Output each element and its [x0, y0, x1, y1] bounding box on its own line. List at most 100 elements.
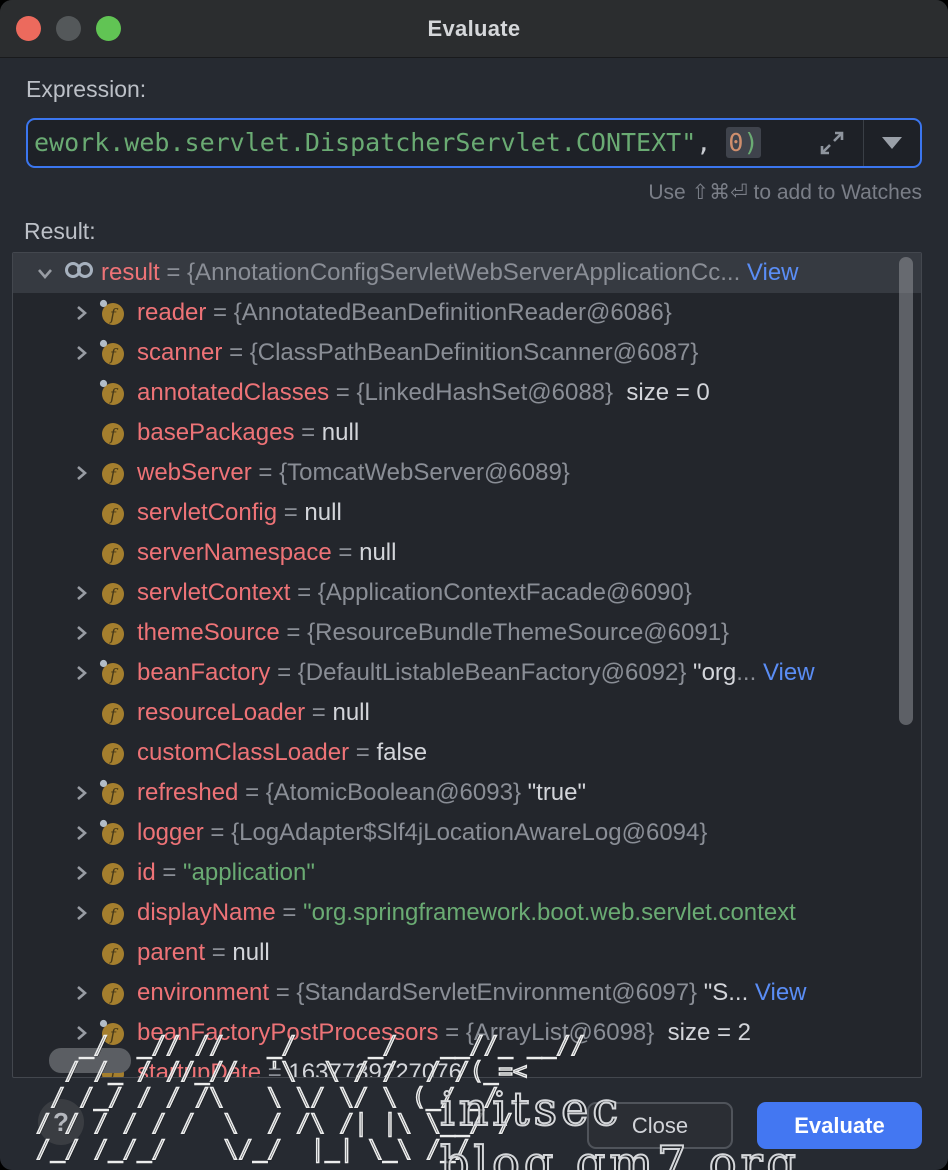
close-button[interactable]: Close: [587, 1102, 733, 1149]
value-segment: "org: [693, 659, 736, 686]
field-icon: f: [99, 379, 127, 407]
value-segment: "application": [183, 859, 315, 886]
watches-hint: Use ⇧⌘⏎ to add to Watches: [648, 180, 922, 205]
field-icon: f: [99, 459, 127, 487]
tree-row-servletConfig[interactable]: f servletConfig = null: [13, 493, 921, 533]
value-segment: =: [356, 739, 377, 766]
variable-value: = {AnnotatedBeanDefinitionReader@6086}: [213, 299, 672, 327]
window-title: Evaluate: [428, 16, 521, 42]
variables-tree: result = {AnnotationConfigServletWebServ…: [12, 252, 922, 1078]
chevron-right-icon[interactable]: [63, 463, 99, 483]
value-segment: ...: [736, 659, 756, 686]
variable-name: scanner: [137, 339, 229, 367]
expression-close-paren: ): [743, 128, 758, 157]
chevron-right-icon[interactable]: [63, 343, 99, 363]
variable-name: id: [137, 859, 162, 887]
value-segment: null: [332, 699, 369, 726]
help-button[interactable]: ?: [38, 1099, 84, 1145]
variable-value: = {DefaultListableBeanFactory@6092} "org…: [277, 659, 814, 687]
field-icon: f: [99, 299, 127, 327]
tree-row-startupDate[interactable]: f startupDate = 1637739227076: [13, 1053, 921, 1078]
tree-row-refreshed[interactable]: f refreshed = {AtomicBoolean@6093} "true…: [13, 773, 921, 813]
field-icon: f: [99, 739, 127, 767]
chevron-right-icon[interactable]: [63, 583, 99, 603]
result-label: Result:: [24, 218, 96, 245]
variable-value: = {ResourceBundleThemeSource@6091}: [286, 619, 729, 647]
variable-value: = {StandardServletEnvironment@6097} "S..…: [276, 979, 807, 1007]
value-segment: = {AtomicBoolean@6093}: [245, 779, 528, 806]
chevron-down-icon: [882, 137, 902, 149]
tree-row-reader[interactable]: f reader = {AnnotatedBeanDefinitionReade…: [13, 293, 921, 333]
close-window-button[interactable]: [16, 16, 41, 41]
value-segment: null: [322, 419, 359, 446]
value-segment: =: [268, 1059, 289, 1078]
variable-name: startupDate: [137, 1059, 268, 1078]
field-icon: f: [99, 659, 127, 687]
tree-row-themeSource[interactable]: f themeSource = {ResourceBundleThemeSour…: [13, 613, 921, 653]
variable-name: beanFactory: [137, 659, 277, 687]
view-link[interactable]: View: [756, 659, 814, 686]
tree-row-serverNamespace[interactable]: f serverNamespace = null: [13, 533, 921, 573]
tree-row-id[interactable]: f id = "application": [13, 853, 921, 893]
chevron-down-icon[interactable]: [27, 263, 63, 283]
expression-label: Expression:: [26, 76, 146, 103]
brace-match-highlight: 0): [726, 127, 760, 158]
variable-name: serverNamespace: [137, 539, 338, 567]
field-icon: f: [99, 859, 127, 887]
title-bar: Evaluate: [0, 0, 948, 58]
expression-input[interactable]: ework.web.servlet.DispatcherServlet.CONT…: [28, 120, 801, 166]
expand-editor-button[interactable]: [801, 120, 863, 166]
tree-row-customClassLoader[interactable]: f customClassLoader = false: [13, 733, 921, 773]
expression-history-dropdown[interactable]: [863, 120, 920, 166]
field-icon: f: [99, 699, 127, 727]
tree-row-displayName[interactable]: f displayName = "org.springframework.boo…: [13, 893, 921, 933]
field-icon: f: [99, 939, 127, 967]
tree-row-annotatedClasses[interactable]: f annotatedClasses = {LinkedHashSet@6088…: [13, 373, 921, 413]
tree-row-scanner[interactable]: f scanner = {ClassPathBeanDefinitionScan…: [13, 333, 921, 373]
tree-row-servletContext[interactable]: f servletContext = {ApplicationContextFa…: [13, 573, 921, 613]
value-segment: null: [232, 939, 269, 966]
tree-row-beanFactoryPostProcessors[interactable]: f beanFactoryPostProcessors = {ArrayList…: [13, 1013, 921, 1053]
chevron-right-icon[interactable]: [63, 903, 99, 923]
value-segment: = {ClassPathBeanDefinitionScanner@6087}: [229, 339, 698, 366]
evaluate-dialog: Evaluate Expression: ework.web.servlet.D…: [0, 0, 948, 1170]
view-link[interactable]: View: [748, 979, 806, 1006]
tree-row-environment[interactable]: f environment = {StandardServletEnvironm…: [13, 973, 921, 1013]
variable-value: = {AtomicBoolean@6093} "true": [245, 779, 586, 807]
evaluate-button[interactable]: Evaluate: [757, 1102, 922, 1149]
tree-row-basePackages[interactable]: f basePackages = null: [13, 413, 921, 453]
variable-name: refreshed: [137, 779, 245, 807]
evaluate-button-label: Evaluate: [794, 1113, 885, 1139]
variable-value: = null: [338, 539, 396, 567]
chevron-right-icon[interactable]: [63, 623, 99, 643]
expression-combo-box[interactable]: ework.web.servlet.DispatcherServlet.CONT…: [26, 118, 922, 168]
value-segment: size = 0: [613, 379, 710, 406]
value-segment: null: [304, 499, 341, 526]
chevron-right-icon[interactable]: [63, 1023, 99, 1043]
chevron-right-icon[interactable]: [63, 303, 99, 323]
view-link[interactable]: View: [740, 259, 798, 286]
tree-row-result[interactable]: result = {AnnotationConfigServletWebServ…: [13, 253, 921, 293]
tree-row-resourceLoader[interactable]: f resourceLoader = null: [13, 693, 921, 733]
chevron-right-icon[interactable]: [63, 783, 99, 803]
tree-row-parent[interactable]: f parent = null: [13, 933, 921, 973]
variable-value: = "org.springframework.boot.web.servlet.…: [282, 899, 795, 927]
zoom-window-button[interactable]: [96, 16, 121, 41]
help-icon: ?: [53, 1107, 69, 1138]
variable-name: customClassLoader: [137, 739, 356, 767]
tree-row-beanFactory[interactable]: f beanFactory = {DefaultListableBeanFact…: [13, 653, 921, 693]
vertical-scrollbar-thumb[interactable]: [899, 257, 913, 725]
tree-row-webServer[interactable]: f webServer = {TomcatWebServer@6089}: [13, 453, 921, 493]
value-segment: = {AnnotatedBeanDefinitionReader@6086}: [213, 299, 672, 326]
horizontal-scrollbar-thumb[interactable]: [49, 1048, 131, 1073]
chevron-right-icon[interactable]: [63, 663, 99, 683]
chevron-right-icon[interactable]: [63, 983, 99, 1003]
minimize-window-button[interactable]: [56, 16, 81, 41]
chevron-right-icon[interactable]: [63, 863, 99, 883]
variable-name: beanFactoryPostProcessors: [137, 1019, 445, 1047]
tree-row-logger[interactable]: f logger = {LogAdapter$Slf4jLocationAwar…: [13, 813, 921, 853]
variable-value: = {LinkedHashSet@6088} size = 0: [336, 379, 710, 407]
value-segment: = {TomcatWebServer@6089}: [258, 459, 569, 486]
chevron-right-icon[interactable]: [63, 823, 99, 843]
field-icon: f: [99, 579, 127, 607]
